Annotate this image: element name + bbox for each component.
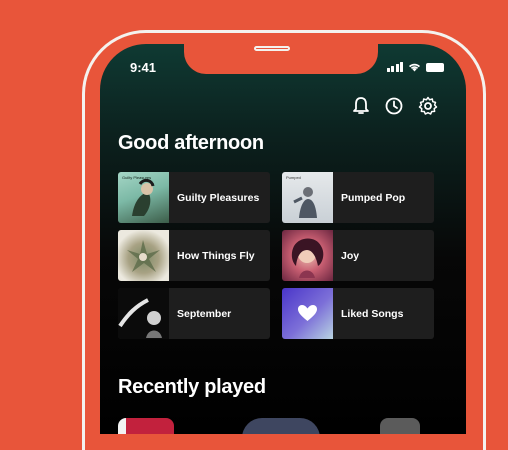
shortcut-label: Liked Songs	[341, 307, 404, 320]
status-icons	[386, 62, 444, 72]
recently-played-heading: Recently played	[118, 376, 266, 398]
shortcut-september[interactable]: September	[118, 288, 270, 339]
shortcut-liked-songs[interactable]: Liked Songs	[282, 288, 434, 339]
recent-item[interactable]	[242, 418, 320, 434]
playlist-cover: Guilty Pleasures	[118, 172, 169, 223]
shortcut-guilty-pleasures[interactable]: Guilty Pleasures Guilty Pleasures	[118, 172, 270, 223]
history-icon[interactable]	[384, 96, 404, 116]
recently-played-row	[118, 414, 448, 434]
shortcut-label: Guilty Pleasures	[177, 191, 260, 204]
header-actions	[352, 96, 438, 116]
wifi-icon	[408, 63, 421, 72]
battery-icon	[426, 63, 444, 72]
settings-gear-icon[interactable]	[418, 96, 438, 116]
shortcuts-grid: Guilty Pleasures Guilty Pleasures Pumped…	[118, 172, 434, 339]
heart-icon	[298, 305, 317, 321]
shortcut-label: Pumped Pop	[341, 191, 406, 204]
bell-icon[interactable]	[352, 96, 370, 116]
playlist-cover	[282, 288, 333, 339]
cover-caption: Pumped	[286, 175, 301, 180]
status-time: 9:41	[130, 60, 157, 75]
shortcut-label: How Things Fly	[177, 249, 255, 262]
greeting-heading: Good afternoon	[118, 132, 264, 154]
shortcut-pumped-pop[interactable]: Pumped Pumped Pop	[282, 172, 434, 223]
playlist-cover	[118, 288, 169, 339]
cover-caption: Guilty Pleasures	[122, 175, 152, 180]
shortcut-joy[interactable]: Joy	[282, 230, 434, 281]
playlist-cover	[282, 230, 333, 281]
earpiece-speaker	[254, 46, 290, 51]
playlist-cover: Pumped	[282, 172, 333, 223]
recent-item[interactable]	[118, 418, 174, 434]
shortcut-label: September	[177, 307, 232, 320]
playlist-cover	[118, 230, 169, 281]
signal-icon	[386, 62, 403, 72]
recent-item[interactable]	[380, 418, 420, 434]
shortcut-how-things-fly[interactable]: How Things Fly	[118, 230, 270, 281]
app-screen: 9:41 Good afternoon Guilty Pleasures Gui…	[100, 44, 466, 434]
shortcut-label: Joy	[341, 249, 360, 262]
